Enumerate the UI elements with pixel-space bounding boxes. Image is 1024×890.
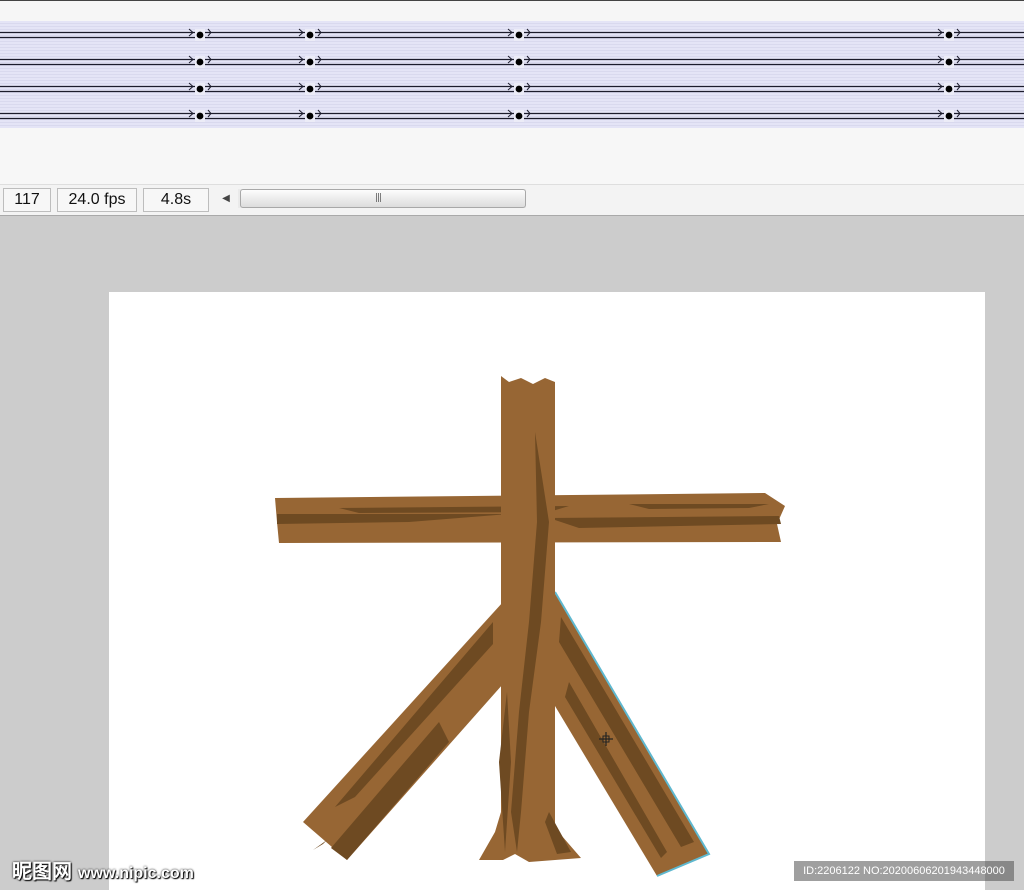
keyframe-dot-icon (515, 58, 523, 66)
scroll-grip-icon: ||| (375, 193, 382, 203)
wooden-character-artwork[interactable] (109, 292, 985, 890)
tween-row (0, 82, 1024, 95)
timeline-panel[interactable] (0, 0, 1024, 130)
keyframe-dot-icon (306, 112, 314, 120)
move-cursor-icon (599, 732, 613, 746)
tween-row (0, 28, 1024, 41)
keyframe-dot-icon (196, 31, 204, 39)
keyframe-dot-icon (306, 85, 314, 93)
keyframe-dot-icon (196, 85, 204, 93)
watermark-logo: 昵图网 www.nipic.com (12, 857, 194, 885)
keyframe-dot-icon (196, 112, 204, 120)
timeline-empty-area[interactable] (0, 128, 1024, 184)
frame-rate-field[interactable]: 24.0 fps (57, 188, 137, 212)
tween-row (0, 109, 1024, 122)
keyframe-dot-icon (515, 112, 523, 120)
keyframe-dot-icon (515, 31, 523, 39)
keyframe-dot-icon (515, 85, 523, 93)
watermark-url: www.nipic.com (78, 865, 194, 882)
stage-pasteboard[interactable] (0, 216, 1024, 890)
tween-row (0, 55, 1024, 68)
keyframe-dot-icon (945, 112, 953, 120)
keyframe-dot-icon (945, 58, 953, 66)
left-diagonal-plank[interactable] (303, 602, 503, 860)
timeline-layer-track[interactable] (0, 21, 1024, 49)
horizontal-scrollbar[interactable]: ||| (238, 189, 526, 208)
timeline-status-bar: 117 24.0 fps 4.8s ◀ ||| (0, 184, 1024, 217)
watermark-id: ID:2206122 NO:20200606201943448000 (794, 861, 1014, 881)
keyframe-dot-icon (306, 58, 314, 66)
current-frame-field[interactable]: 117 (3, 188, 51, 212)
timeline-layer-track[interactable] (0, 75, 1024, 103)
keyframe-dot-icon (945, 31, 953, 39)
stage-canvas[interactable] (109, 292, 985, 890)
keyframe-dot-icon (196, 58, 204, 66)
scroll-left-arrow-icon[interactable]: ◀ (218, 188, 234, 210)
keyframe-dot-icon (945, 85, 953, 93)
timeline-layer-track[interactable] (0, 48, 1024, 76)
scrollbar-thumb[interactable]: ||| (240, 189, 526, 208)
right-diagonal-plank[interactable] (554, 591, 711, 877)
watermark-logo-text: 昵图网 (12, 859, 72, 883)
keyframe-dot-icon (306, 31, 314, 39)
timeline-layer-track[interactable] (0, 102, 1024, 130)
elapsed-time-field: 4.8s (143, 188, 209, 212)
